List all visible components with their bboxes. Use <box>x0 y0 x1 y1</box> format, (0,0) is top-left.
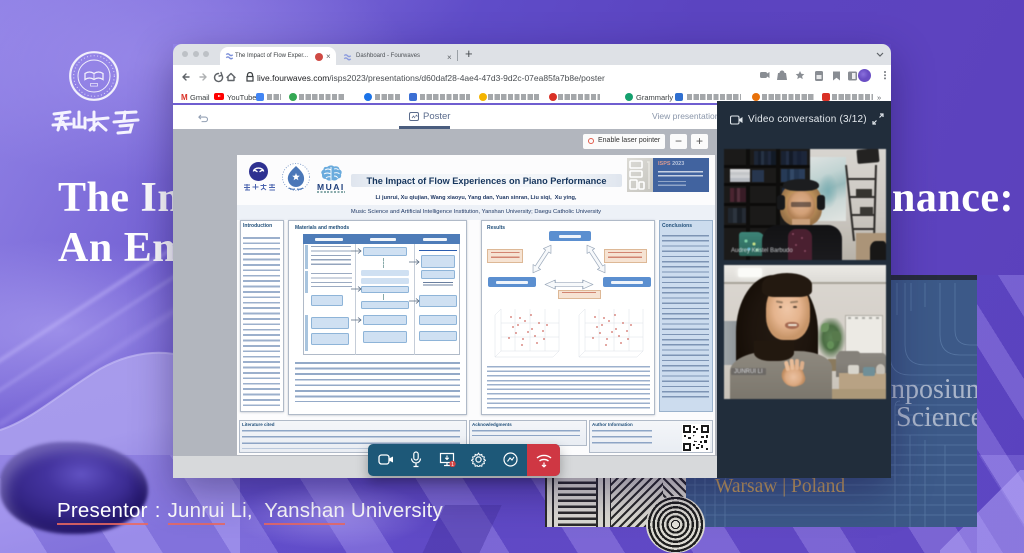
svg-text:1: 1 <box>451 462 454 467</box>
